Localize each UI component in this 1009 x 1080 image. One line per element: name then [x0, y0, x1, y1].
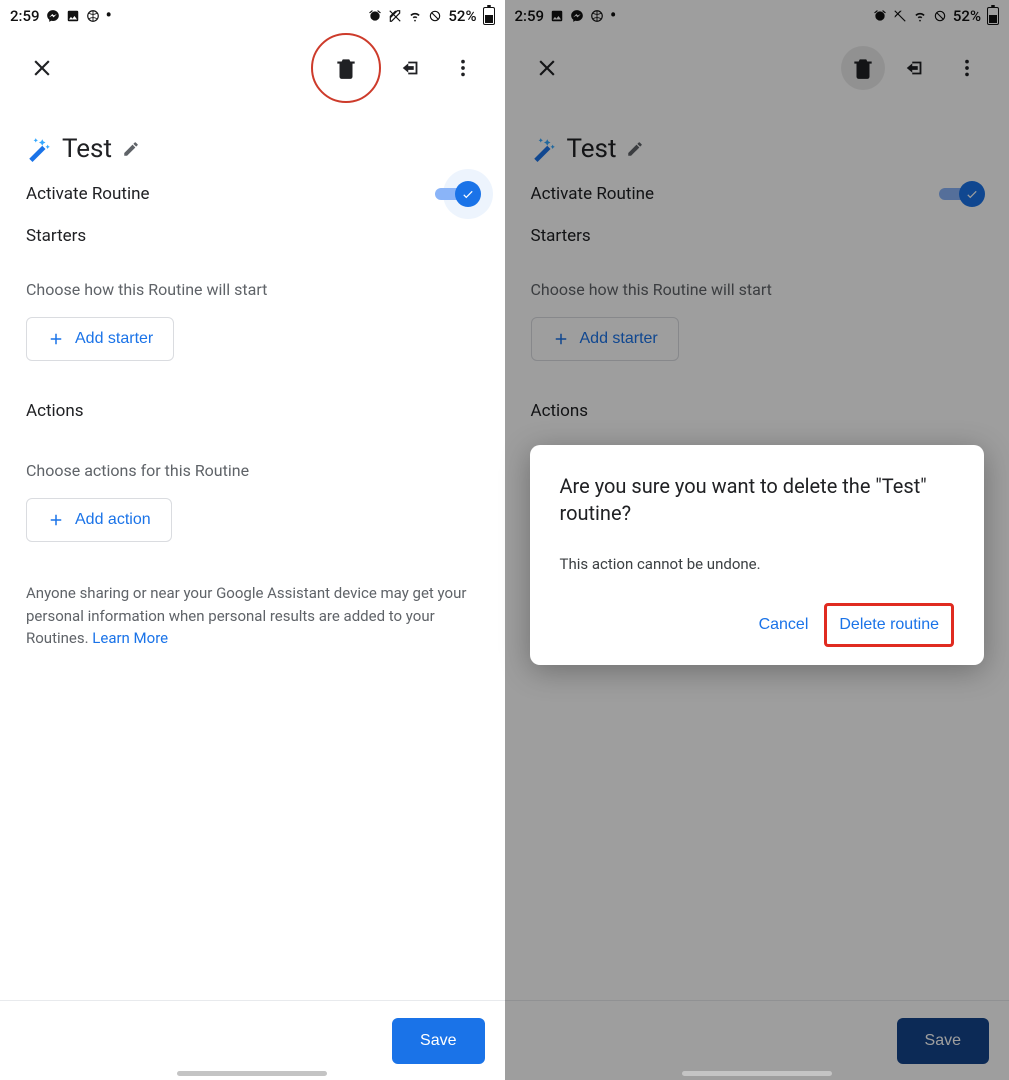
delete-button[interactable]: [841, 46, 885, 90]
plus-icon: [47, 330, 65, 348]
screen-edit-routine: 2:59 • 52%: [0, 0, 505, 1080]
disclaimer-text: Anyone sharing or near your Google Assis…: [26, 582, 479, 650]
routine-title-row: Test: [531, 134, 984, 164]
footer-bar: Save: [0, 1000, 505, 1080]
pencil-icon[interactable]: [122, 140, 140, 158]
dialog-message: This action cannot be undone.: [560, 555, 955, 573]
wifi-icon: [408, 9, 422, 23]
close-button[interactable]: [525, 46, 569, 90]
activate-toggle[interactable]: [939, 182, 983, 206]
wifi-icon: [913, 9, 927, 23]
check-icon: [461, 187, 475, 201]
status-bar: 2:59 • 52%: [505, 0, 1009, 32]
actions-hint: Choose actions for this Routine: [26, 461, 479, 480]
starters-heading: Starters: [26, 226, 479, 246]
add-starter-label: Add starter: [580, 330, 658, 348]
add-to-home-icon: [904, 57, 926, 79]
more-notifications-icon: •: [610, 7, 616, 25]
plus-icon: [552, 330, 570, 348]
routine-name: Test: [567, 134, 617, 164]
battery-icon: [987, 7, 999, 25]
starters-hint: Choose how this Routine will start: [26, 280, 479, 299]
shortcut-button[interactable]: [893, 46, 937, 90]
activate-row: Activate Routine: [26, 182, 479, 206]
battery-percent: 52%: [448, 7, 476, 25]
no-signal-icon: [428, 9, 442, 23]
activate-label: Activate Routine: [26, 184, 149, 204]
more-vert-icon: [956, 57, 978, 79]
add-to-home-icon: [400, 57, 422, 79]
content-area: Test Activate Routine Starters Choose ho…: [0, 104, 505, 1000]
activate-toggle[interactable]: [435, 182, 479, 206]
learn-more-link[interactable]: Learn More: [92, 629, 168, 647]
actions-heading: Actions: [531, 401, 984, 421]
alarm-icon: [368, 9, 382, 23]
routine-title-row: Test: [26, 134, 479, 164]
add-starter-button[interactable]: Add starter: [26, 317, 174, 361]
status-time: 2:59: [515, 7, 545, 25]
vibrate-icon: [388, 9, 402, 23]
add-starter-button[interactable]: Add starter: [531, 317, 679, 361]
delete-confirm-dialog: Are you sure you want to delete the "Tes…: [530, 445, 985, 665]
footer-bar: Save: [505, 1000, 1009, 1080]
dialog-actions: Cancel Delete routine: [560, 603, 955, 647]
cancel-button[interactable]: Cancel: [751, 603, 817, 647]
nav-handle[interactable]: [682, 1071, 832, 1076]
activate-row: Activate Routine: [531, 182, 984, 206]
messenger-icon: [570, 9, 584, 23]
delete-routine-button[interactable]: Delete routine: [824, 603, 954, 647]
battery-percent: 52%: [953, 7, 981, 25]
dialog-title: Are you sure you want to delete the "Tes…: [560, 473, 955, 527]
starters-hint: Choose how this Routine will start: [531, 280, 984, 299]
overflow-button[interactable]: [441, 46, 485, 90]
shortcut-button[interactable]: [389, 46, 433, 90]
screen-delete-dialog: 2:59 • 52%: [505, 0, 1009, 1080]
magic-wand-icon: [26, 136, 52, 162]
add-starter-label: Add starter: [75, 330, 153, 348]
plus-icon: [47, 511, 65, 529]
delete-button[interactable]: [324, 46, 368, 90]
status-time: 2:59: [10, 7, 40, 25]
nav-handle[interactable]: [177, 1071, 327, 1076]
sports-icon: [86, 9, 100, 23]
magic-wand-icon: [531, 136, 557, 162]
save-button[interactable]: Save: [392, 1018, 484, 1064]
trash-icon: [850, 55, 876, 81]
starters-heading: Starters: [531, 226, 984, 246]
routine-name: Test: [62, 134, 112, 164]
alarm-icon: [873, 9, 887, 23]
more-vert-icon: [452, 57, 474, 79]
app-bar: [505, 32, 1009, 104]
vibrate-icon: [893, 9, 907, 23]
close-button[interactable]: [20, 46, 64, 90]
no-signal-icon: [933, 9, 947, 23]
more-notifications-icon: •: [106, 7, 112, 25]
activate-label: Activate Routine: [531, 184, 654, 204]
actions-heading: Actions: [26, 401, 479, 421]
pencil-icon[interactable]: [626, 140, 644, 158]
battery-icon: [483, 7, 495, 25]
annotation-circle: [311, 33, 381, 103]
close-icon: [534, 55, 560, 81]
add-action-label: Add action: [75, 511, 151, 529]
overflow-button[interactable]: [945, 46, 989, 90]
close-icon: [29, 55, 55, 81]
status-bar: 2:59 • 52%: [0, 0, 505, 32]
gallery-icon: [550, 9, 564, 23]
app-bar: [0, 32, 505, 104]
save-button[interactable]: Save: [897, 1018, 989, 1064]
add-action-button[interactable]: Add action: [26, 498, 172, 542]
sports-icon: [590, 9, 604, 23]
gallery-icon: [66, 9, 80, 23]
messenger-icon: [46, 9, 60, 23]
trash-icon: [333, 55, 359, 81]
check-icon: [965, 187, 979, 201]
